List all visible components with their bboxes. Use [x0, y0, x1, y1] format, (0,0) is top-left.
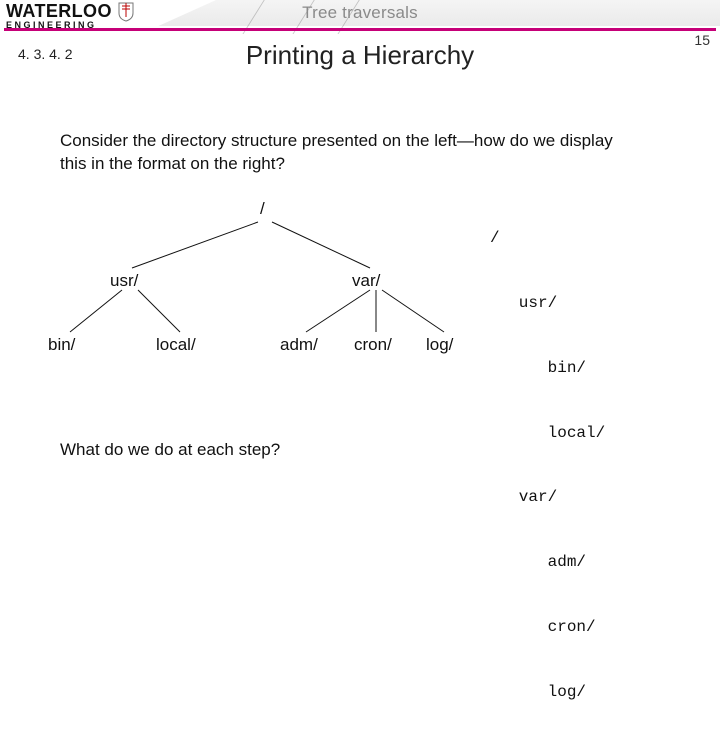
accent-rule	[4, 28, 716, 31]
slide-topic: Tree traversals	[0, 3, 720, 23]
listing-line: /	[490, 228, 605, 250]
listing-line: cron/	[490, 617, 605, 639]
tree-log: log/	[426, 335, 454, 354]
listing-line: local/	[490, 423, 605, 445]
tree-cron: cron/	[354, 335, 392, 354]
listing-line: var/	[490, 487, 605, 509]
tree-root: /	[260, 199, 265, 218]
body: Consider the directory structure present…	[60, 130, 680, 176]
tree-bin: bin/	[48, 335, 76, 354]
intro-paragraph: Consider the directory structure present…	[60, 130, 630, 176]
listing-line: usr/	[490, 293, 605, 315]
tree-local: local/	[156, 335, 196, 354]
tree-adm: adm/	[280, 335, 318, 354]
directory-tree-diagram: / usr/ var/ bin/ local/ adm/ cron/ log/	[30, 190, 460, 360]
slide: WATERLOO ENGINEERING Tree traversals 15 …	[0, 0, 720, 540]
page-title: Printing a Hierarchy	[0, 40, 720, 71]
figure-area: / usr/ var/ bin/ local/ adm/ cron/ log/ …	[30, 190, 690, 410]
listing-line: log/	[490, 682, 605, 704]
slide-header: WATERLOO ENGINEERING Tree traversals	[0, 0, 720, 30]
tree-var: var/	[352, 271, 381, 290]
listing-line: adm/	[490, 552, 605, 574]
question-text: What do we do at each step?	[60, 440, 280, 460]
listing-line: bin/	[490, 358, 605, 380]
directory-listing: / usr/ bin/ local/ var/ adm/ cron/ log/	[490, 185, 605, 746]
tree-usr: usr/	[110, 271, 139, 290]
